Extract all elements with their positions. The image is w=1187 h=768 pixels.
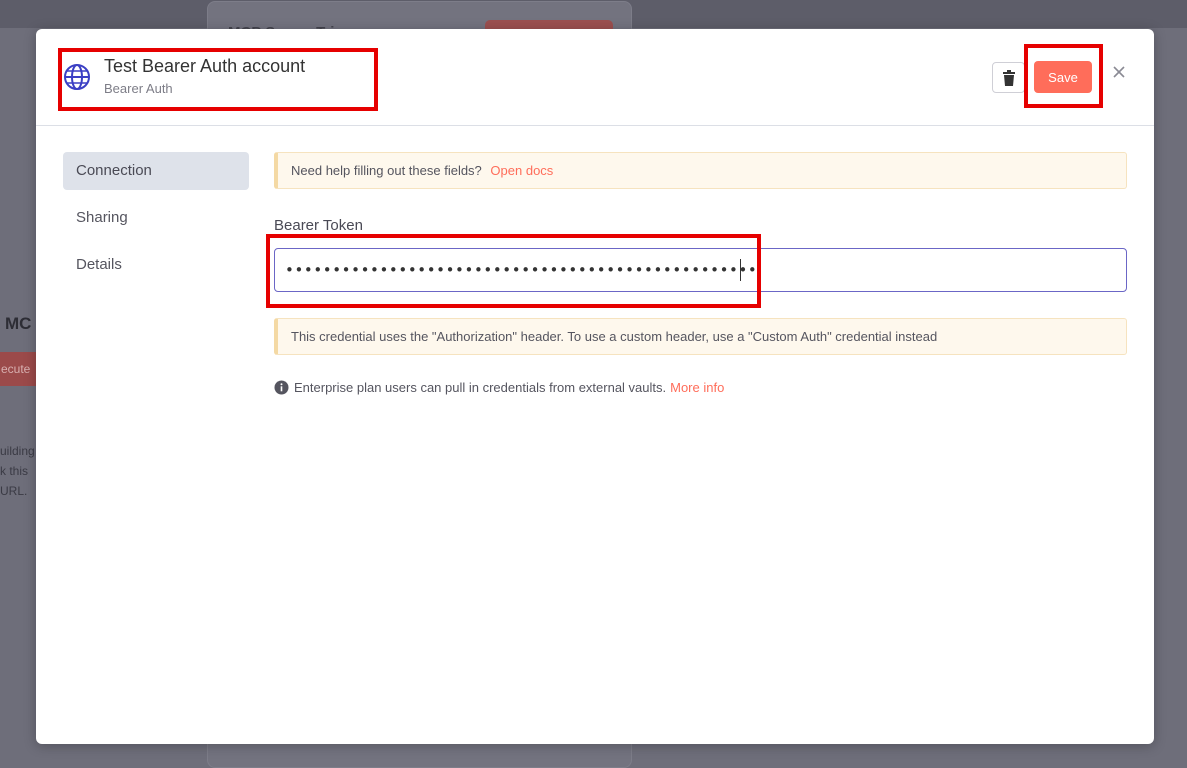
authorization-header-text: This credential uses the "Authorization"… bbox=[291, 329, 938, 344]
enterprise-info: Enterprise plan users can pull in creden… bbox=[274, 380, 724, 395]
bearer-token-label: Bearer Token bbox=[274, 217, 363, 234]
trash-icon bbox=[1002, 69, 1015, 86]
highlight-title-box bbox=[58, 48, 378, 111]
modal-sidebar: Connection Sharing Details bbox=[63, 152, 249, 293]
info-icon bbox=[274, 380, 289, 395]
sidebar-item-details[interactable]: Details bbox=[63, 246, 249, 284]
background-left-label: MC bbox=[5, 314, 32, 333]
authorization-header-notice: This credential uses the "Authorization"… bbox=[274, 318, 1127, 355]
help-text: Need help filling out these fields? bbox=[291, 163, 482, 178]
close-icon[interactable] bbox=[1111, 64, 1127, 80]
sidebar-item-sharing[interactable]: Sharing bbox=[63, 199, 249, 237]
more-info-link[interactable]: More info bbox=[670, 380, 724, 395]
background-execute-button: ecute bbox=[0, 352, 36, 386]
background-left-line: URL. bbox=[0, 484, 28, 498]
background-left-text: uilding k this URL. bbox=[0, 441, 36, 501]
highlight-token-box bbox=[266, 234, 761, 308]
highlight-save-box bbox=[1024, 44, 1103, 108]
delete-button[interactable] bbox=[992, 62, 1025, 93]
credential-modal: Test Bearer Auth account Bearer Auth Sav… bbox=[36, 29, 1154, 744]
background-left-line: uilding bbox=[0, 444, 35, 458]
background-left-line: k this bbox=[0, 464, 29, 478]
enterprise-text: Enterprise plan users can pull in creden… bbox=[294, 380, 667, 395]
help-notice: Need help filling out these fields? Open… bbox=[274, 152, 1127, 189]
open-docs-link[interactable]: Open docs bbox=[490, 163, 553, 178]
sidebar-item-connection[interactable]: Connection bbox=[63, 152, 249, 190]
connection-panel: Need help filling out these fields? Open… bbox=[274, 152, 1127, 395]
